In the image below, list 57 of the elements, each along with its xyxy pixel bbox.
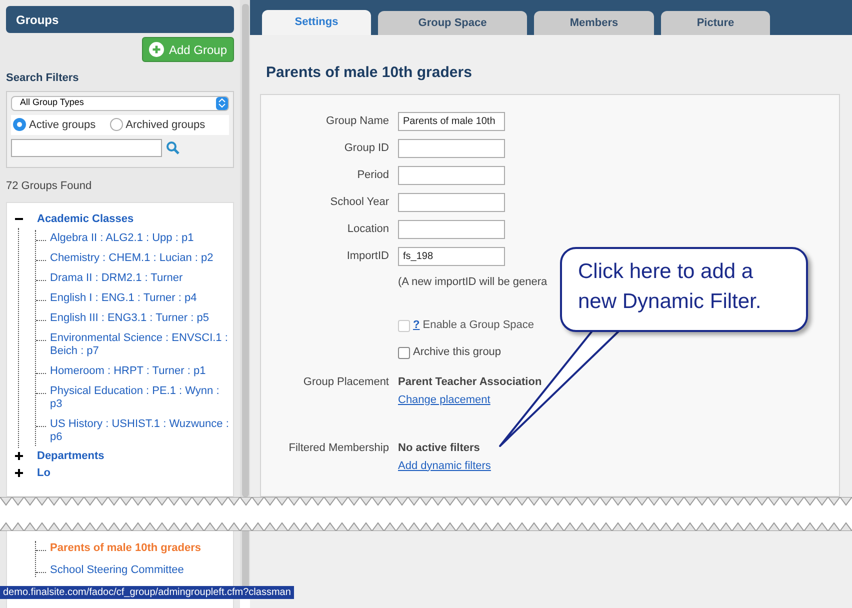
checkbox-label: Archive this group — [413, 345, 502, 360]
tab[interactable]: Picture — [661, 11, 770, 35]
field-label: Group Name — [325, 114, 389, 129]
field-label: Group ID — [343, 140, 389, 156]
tree-item[interactable]: Physical Education : PE.1 : Wynn : p3 — [50, 384, 229, 410]
field-label: Location — [346, 222, 389, 237]
group-type-select[interactable]: All Group Types — [11, 96, 229, 110]
field-label: School Year — [329, 194, 389, 210]
scrollbar[interactable] — [240, 531, 250, 586]
callout: Click here to add a new Dynamic Filter. — [560, 247, 808, 332]
radio-option[interactable]: Active groups — [13, 116, 96, 133]
tab[interactable]: Members — [534, 11, 654, 35]
checkbox-label: Enable a Group Space — [422, 318, 534, 334]
field-value: No active filters — [398, 441, 480, 456]
text-field[interactable]: Parents of male 10th — [398, 112, 505, 130]
expand-icon[interactable] — [15, 469, 23, 477]
tree-item[interactable]: English I : ENG.1 : Turner : p4 — [50, 292, 197, 304]
sidebar-header: Groups — [6, 6, 234, 33]
text-field[interactable]: fs_198 — [398, 246, 505, 266]
plus-icon — [148, 42, 164, 57]
expand-icon[interactable] — [15, 452, 23, 460]
tree-item[interactable]: Drama II : DRM2.1 : Turner — [50, 272, 183, 284]
tree-item[interactable]: Homeroom : HRPT : Turner : p1 — [50, 364, 206, 378]
tree-item[interactable]: School Steering Committee — [50, 564, 184, 577]
field-value: Parent Teacher Association — [398, 375, 542, 390]
page-title: Parents of male 10th graders — [265, 63, 473, 83]
scrollbar[interactable] — [240, 0, 250, 497]
text-field[interactable] — [398, 220, 505, 238]
tree-item[interactable]: Algebra II : ALG2.1 : Upp : p1 — [50, 232, 194, 244]
tree-folder[interactable]: Academic Classes — [37, 210, 134, 228]
tree-folder[interactable]: Departments — [37, 448, 104, 464]
search-icon — [166, 141, 180, 155]
field-label: Filtered Membership — [288, 441, 389, 456]
import-note: (A new importID will be genera — [398, 274, 548, 290]
tab[interactable]: Group Space — [378, 11, 527, 35]
collapse-icon[interactable] — [15, 215, 23, 223]
tree-folder[interactable]: Lo — [37, 464, 50, 482]
select-arrows-icon — [216, 96, 228, 110]
text-field[interactable] — [398, 138, 505, 158]
tab[interactable]: Settings — [262, 10, 371, 35]
text-field[interactable] — [398, 192, 505, 212]
checkbox[interactable] — [398, 346, 410, 358]
field-label: Group Placement — [302, 375, 389, 390]
tree-item[interactable]: US History : USHIST.1 : Wuzwunce : p6 — [50, 418, 229, 444]
field-label: Period — [356, 168, 389, 183]
link[interactable]: Change placement — [398, 392, 490, 408]
status-bar: demo.finalsite.com/fadoc/cf_group/admingroupleft.cfm?classman — [0, 586, 294, 599]
text-field[interactable] — [398, 166, 505, 184]
field-label: ImportID — [346, 248, 389, 264]
tree-item[interactable]: English III : ENG3.1 : Turner : p5 — [50, 312, 209, 324]
section-heading: Search Filters — [6, 71, 80, 86]
radio-option[interactable]: Archived groups — [110, 116, 206, 133]
search-field[interactable] — [11, 139, 162, 157]
tree-item[interactable]: Environmental Science : ENVSCI.1 : Beich : p7 — [50, 332, 229, 358]
groups-count: 72 Groups Found — [6, 179, 93, 194]
link[interactable]: Add dynamic filters — [398, 458, 491, 474]
tree-item[interactable]: Chemistry : CHEM.1 : Lucian : p2 — [50, 252, 214, 264]
